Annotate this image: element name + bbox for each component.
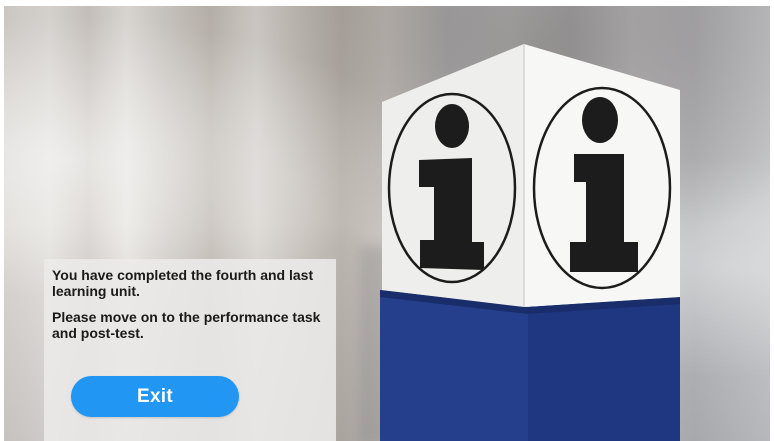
- background-scene: You have completed the fourth and last l…: [4, 6, 770, 441]
- completion-panel: You have completed the fourth and last l…: [44, 259, 336, 441]
- next-step-message: Please move on to the performance task a…: [52, 309, 321, 341]
- info-sign-illustration: [380, 44, 680, 441]
- info-sign-pillar: [374, 42, 684, 441]
- exit-button[interactable]: Exit: [71, 376, 239, 417]
- completion-message: You have completed the fourth and last l…: [52, 267, 314, 299]
- pillar-base-right: [528, 297, 680, 441]
